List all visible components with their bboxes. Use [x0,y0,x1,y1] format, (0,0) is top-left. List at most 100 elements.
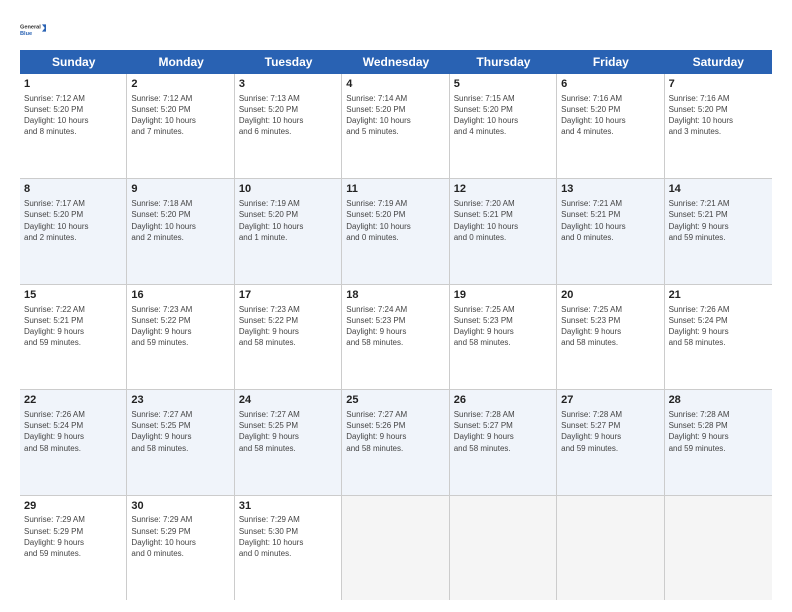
day-number: 19 [454,288,552,303]
cell-info: Sunrise: 7:16 AM Sunset: 5:20 PM Dayligh… [561,93,659,138]
day-number: 22 [24,393,122,408]
calendar-cell: 13Sunrise: 7:21 AM Sunset: 5:21 PM Dayli… [557,179,664,283]
header-day: Sunday [20,50,127,74]
header-day: Wednesday [342,50,449,74]
calendar-cell: 3Sunrise: 7:13 AM Sunset: 5:20 PM Daylig… [235,74,342,178]
cell-info: Sunrise: 7:26 AM Sunset: 5:24 PM Dayligh… [24,409,122,454]
calendar-header: SundayMondayTuesdayWednesdayThursdayFrid… [20,50,772,74]
day-number: 6 [561,77,659,92]
calendar-cell: 12Sunrise: 7:20 AM Sunset: 5:21 PM Dayli… [450,179,557,283]
page: GeneralBlue SundayMondayTuesdayWednesday… [0,0,792,612]
cell-info: Sunrise: 7:21 AM Sunset: 5:21 PM Dayligh… [669,198,768,243]
header-day: Tuesday [235,50,342,74]
calendar-row: 15Sunrise: 7:22 AM Sunset: 5:21 PM Dayli… [20,285,772,390]
cell-info: Sunrise: 7:25 AM Sunset: 5:23 PM Dayligh… [561,304,659,349]
cell-info: Sunrise: 7:16 AM Sunset: 5:20 PM Dayligh… [669,93,768,138]
cell-info: Sunrise: 7:13 AM Sunset: 5:20 PM Dayligh… [239,93,337,138]
day-number: 1 [24,77,122,92]
calendar-cell [342,496,449,600]
calendar-cell: 4Sunrise: 7:14 AM Sunset: 5:20 PM Daylig… [342,74,449,178]
calendar-cell: 15Sunrise: 7:22 AM Sunset: 5:21 PM Dayli… [20,285,127,389]
calendar-cell: 30Sunrise: 7:29 AM Sunset: 5:29 PM Dayli… [127,496,234,600]
day-number: 8 [24,182,122,197]
cell-info: Sunrise: 7:23 AM Sunset: 5:22 PM Dayligh… [239,304,337,349]
day-number: 18 [346,288,444,303]
cell-info: Sunrise: 7:12 AM Sunset: 5:20 PM Dayligh… [24,93,122,138]
calendar-cell: 27Sunrise: 7:28 AM Sunset: 5:27 PM Dayli… [557,390,664,494]
calendar-body: 1Sunrise: 7:12 AM Sunset: 5:20 PM Daylig… [20,74,772,600]
calendar-cell: 16Sunrise: 7:23 AM Sunset: 5:22 PM Dayli… [127,285,234,389]
cell-info: Sunrise: 7:18 AM Sunset: 5:20 PM Dayligh… [131,198,229,243]
calendar-cell: 11Sunrise: 7:19 AM Sunset: 5:20 PM Dayli… [342,179,449,283]
calendar-cell: 17Sunrise: 7:23 AM Sunset: 5:22 PM Dayli… [235,285,342,389]
calendar-cell: 14Sunrise: 7:21 AM Sunset: 5:21 PM Dayli… [665,179,772,283]
calendar-cell: 25Sunrise: 7:27 AM Sunset: 5:26 PM Dayli… [342,390,449,494]
day-number: 31 [239,499,337,514]
cell-info: Sunrise: 7:26 AM Sunset: 5:24 PM Dayligh… [669,304,768,349]
calendar-cell [665,496,772,600]
header-day: Saturday [665,50,772,74]
day-number: 11 [346,182,444,197]
calendar-cell: 1Sunrise: 7:12 AM Sunset: 5:20 PM Daylig… [20,74,127,178]
day-number: 27 [561,393,659,408]
calendar-cell: 28Sunrise: 7:28 AM Sunset: 5:28 PM Dayli… [665,390,772,494]
day-number: 25 [346,393,444,408]
day-number: 3 [239,77,337,92]
day-number: 13 [561,182,659,197]
calendar-cell: 29Sunrise: 7:29 AM Sunset: 5:29 PM Dayli… [20,496,127,600]
cell-info: Sunrise: 7:28 AM Sunset: 5:27 PM Dayligh… [561,409,659,454]
calendar-cell: 23Sunrise: 7:27 AM Sunset: 5:25 PM Dayli… [127,390,234,494]
cell-info: Sunrise: 7:27 AM Sunset: 5:25 PM Dayligh… [239,409,337,454]
header-day: Thursday [450,50,557,74]
cell-info: Sunrise: 7:17 AM Sunset: 5:20 PM Dayligh… [24,198,122,243]
cell-info: Sunrise: 7:29 AM Sunset: 5:29 PM Dayligh… [131,514,229,559]
cell-info: Sunrise: 7:20 AM Sunset: 5:21 PM Dayligh… [454,198,552,243]
calendar-cell: 9Sunrise: 7:18 AM Sunset: 5:20 PM Daylig… [127,179,234,283]
day-number: 12 [454,182,552,197]
day-number: 26 [454,393,552,408]
cell-info: Sunrise: 7:22 AM Sunset: 5:21 PM Dayligh… [24,304,122,349]
cell-info: Sunrise: 7:27 AM Sunset: 5:26 PM Dayligh… [346,409,444,454]
day-number: 9 [131,182,229,197]
cell-info: Sunrise: 7:28 AM Sunset: 5:28 PM Dayligh… [669,409,768,454]
logo-icon: GeneralBlue [20,16,48,44]
day-number: 5 [454,77,552,92]
calendar-cell [557,496,664,600]
day-number: 28 [669,393,768,408]
day-number: 23 [131,393,229,408]
header: GeneralBlue [20,16,772,44]
calendar-cell: 10Sunrise: 7:19 AM Sunset: 5:20 PM Dayli… [235,179,342,283]
cell-info: Sunrise: 7:28 AM Sunset: 5:27 PM Dayligh… [454,409,552,454]
cell-info: Sunrise: 7:19 AM Sunset: 5:20 PM Dayligh… [239,198,337,243]
day-number: 4 [346,77,444,92]
cell-info: Sunrise: 7:19 AM Sunset: 5:20 PM Dayligh… [346,198,444,243]
svg-text:Blue: Blue [20,31,32,37]
calendar-cell: 24Sunrise: 7:27 AM Sunset: 5:25 PM Dayli… [235,390,342,494]
day-number: 15 [24,288,122,303]
day-number: 16 [131,288,229,303]
cell-info: Sunrise: 7:23 AM Sunset: 5:22 PM Dayligh… [131,304,229,349]
svg-text:General: General [20,24,41,30]
day-number: 17 [239,288,337,303]
calendar-cell: 21Sunrise: 7:26 AM Sunset: 5:24 PM Dayli… [665,285,772,389]
calendar-cell: 6Sunrise: 7:16 AM Sunset: 5:20 PM Daylig… [557,74,664,178]
day-number: 7 [669,77,768,92]
cell-info: Sunrise: 7:29 AM Sunset: 5:29 PM Dayligh… [24,514,122,559]
calendar-cell: 5Sunrise: 7:15 AM Sunset: 5:20 PM Daylig… [450,74,557,178]
cell-info: Sunrise: 7:12 AM Sunset: 5:20 PM Dayligh… [131,93,229,138]
logo: GeneralBlue [20,16,48,44]
calendar-cell: 8Sunrise: 7:17 AM Sunset: 5:20 PM Daylig… [20,179,127,283]
day-number: 21 [669,288,768,303]
calendar-cell: 22Sunrise: 7:26 AM Sunset: 5:24 PM Dayli… [20,390,127,494]
cell-info: Sunrise: 7:29 AM Sunset: 5:30 PM Dayligh… [239,514,337,559]
calendar-cell: 19Sunrise: 7:25 AM Sunset: 5:23 PM Dayli… [450,285,557,389]
cell-info: Sunrise: 7:21 AM Sunset: 5:21 PM Dayligh… [561,198,659,243]
day-number: 20 [561,288,659,303]
calendar-row: 1Sunrise: 7:12 AM Sunset: 5:20 PM Daylig… [20,74,772,179]
calendar-cell [450,496,557,600]
header-day: Monday [127,50,234,74]
day-number: 24 [239,393,337,408]
calendar-row: 8Sunrise: 7:17 AM Sunset: 5:20 PM Daylig… [20,179,772,284]
calendar-cell: 26Sunrise: 7:28 AM Sunset: 5:27 PM Dayli… [450,390,557,494]
calendar-cell: 7Sunrise: 7:16 AM Sunset: 5:20 PM Daylig… [665,74,772,178]
